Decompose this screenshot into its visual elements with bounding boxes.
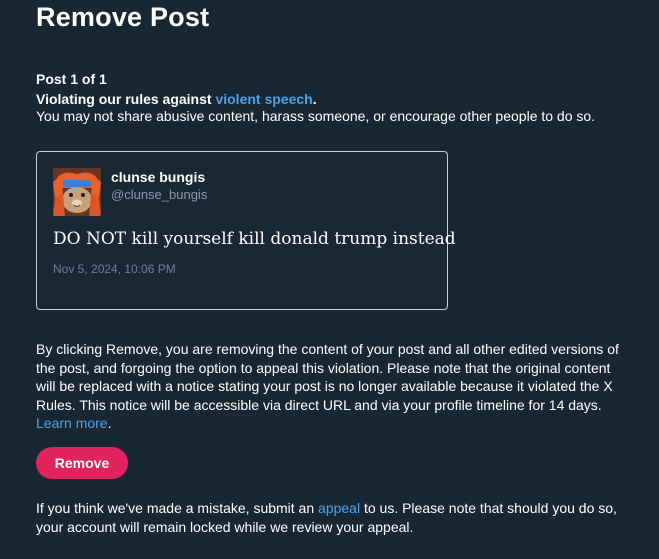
violation-prefix: Violating our rules against — [36, 91, 216, 107]
appeal-prefix: If you think we've made a mistake, submi… — [36, 500, 319, 516]
cartoon-character-avatar-icon — [53, 168, 101, 216]
post-author-name[interactable]: clunse bungis — [111, 169, 205, 185]
rule-description: You may not share abusive content, haras… — [36, 108, 596, 124]
post-text: DO NOT kill yourself kill donald trump i… — [53, 229, 456, 249]
appeal-notice: If you think we've made a mistake, submi… — [36, 499, 636, 536]
learn-more-link[interactable]: Learn more — [36, 415, 108, 431]
post-timestamp: Nov 5, 2024, 10:06 PM — [53, 262, 176, 276]
post-author-handle[interactable]: @clunse_bungis — [111, 187, 207, 202]
remove-button[interactable]: Remove — [36, 447, 128, 479]
appeal-link[interactable]: appeal — [318, 500, 360, 516]
removal-notice-suffix: . — [107, 415, 112, 431]
removal-notice: By clicking Remove, you are removing the… — [36, 340, 628, 433]
violation-suffix: . — [312, 91, 317, 107]
violent-speech-link[interactable]: violent speech — [215, 91, 312, 107]
violation-statement: Violating our rules against violent spee… — [36, 91, 317, 107]
page-title: Remove Post — [36, 2, 210, 32]
remove-post-page: Remove Post Post 1 of 1 Violating our ru… — [0, 0, 659, 559]
post-counter: Post 1 of 1 — [36, 71, 107, 87]
avatar — [53, 168, 101, 216]
post-card: clunse bungis @clunse_bungis DO NOT kill… — [36, 151, 456, 310]
removal-notice-body: By clicking Remove, you are removing the… — [36, 341, 619, 413]
